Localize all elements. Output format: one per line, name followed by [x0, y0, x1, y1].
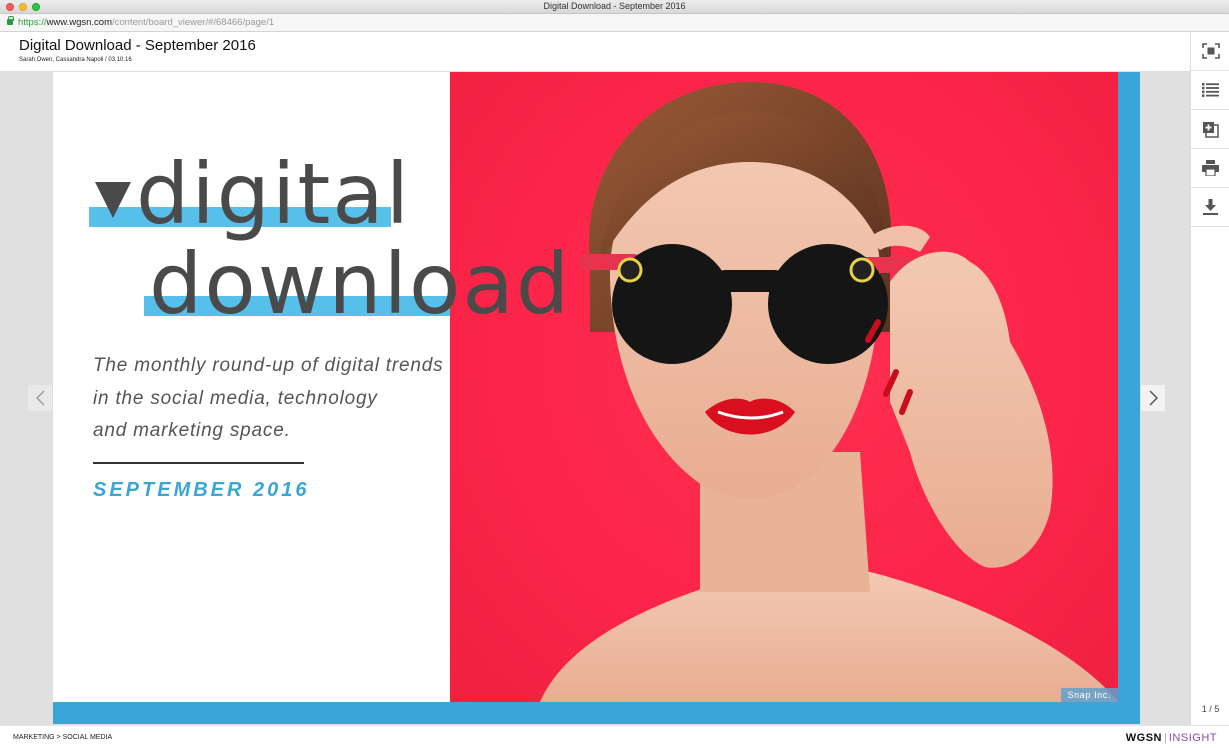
download-button[interactable]	[1191, 188, 1229, 227]
add-to-board-icon	[1203, 121, 1219, 138]
cover-photo: Snap Inc.	[450, 72, 1118, 702]
chevron-left-icon	[35, 390, 45, 406]
slide-viewer: digital Snap Inc. download The monthly r…	[0, 72, 1190, 725]
slide-date: SEPTEMBER 2016	[93, 479, 310, 501]
lock-icon	[7, 16, 14, 25]
model-illustration	[540, 82, 1118, 702]
photo-credit: Snap Inc.	[1060, 688, 1118, 702]
tagline-line-2: in the social media, technology	[93, 387, 378, 409]
url-host: www.wgsn.com	[46, 17, 112, 28]
brand-secondary: INSIGHT	[1168, 732, 1217, 744]
tagline-line-3: and marketing space.	[93, 420, 291, 441]
download-icon	[1203, 199, 1218, 215]
tagline-line-1: The monthly round-up of digital trends	[93, 355, 444, 376]
brand-logo: WGSN | INSIGHT	[1125, 732, 1217, 744]
accent-bar-bottom	[53, 702, 1140, 724]
previous-page-button[interactable]	[28, 385, 52, 411]
footer: MARKETING > SOCIAL MEDIA WGSN | INSIGHT	[0, 725, 1229, 750]
address-bar[interactable]: https://www.wgsn.com/content/board_viewe…	[0, 14, 1229, 32]
url-text[interactable]: https://www.wgsn.com/content/board_viewe…	[18, 17, 274, 28]
document-header: Digital Download - September 2016 Sarah …	[0, 32, 1190, 72]
list-icon	[1202, 83, 1219, 97]
page-indicator: 1 / 5	[1201, 704, 1220, 714]
brand-primary: WGSN	[1125, 732, 1163, 744]
accent-bar-right	[1118, 72, 1140, 724]
breadcrumb[interactable]: MARKETING > SOCIAL MEDIA	[13, 734, 112, 741]
contents-button[interactable]	[1191, 71, 1229, 110]
url-scheme: https://	[18, 17, 47, 28]
add-to-board-button[interactable]	[1191, 110, 1229, 149]
print-icon	[1202, 160, 1219, 176]
chevron-right-icon	[1148, 390, 1158, 406]
window-title: Digital Download - September 2016	[543, 1, 686, 11]
slide-title-line-2: download	[149, 235, 572, 333]
print-button[interactable]	[1191, 149, 1229, 188]
slide-title-line-1: digital	[136, 145, 412, 243]
url-path: /content/board_viewer/#/68466/page/1	[111, 17, 275, 28]
next-page-button[interactable]	[1141, 385, 1165, 411]
fullscreen-button[interactable]	[1191, 32, 1229, 71]
document-title: Digital Download - September 2016	[19, 37, 256, 54]
divider-rule	[93, 462, 304, 464]
viewer-toolbar: 1 / 5	[1190, 32, 1229, 725]
slide: digital Snap Inc. download The monthly r…	[53, 72, 1140, 724]
fullscreen-icon	[1201, 43, 1220, 59]
document-meta: Sarah Owen, Cassandra Napoli / 03.10.16	[19, 57, 132, 63]
triangle-down-icon	[95, 182, 131, 218]
slide-tagline: The monthly round-up of digital trends i…	[93, 350, 453, 448]
window-titlebar: Digital Download - September 2016	[0, 0, 1229, 14]
